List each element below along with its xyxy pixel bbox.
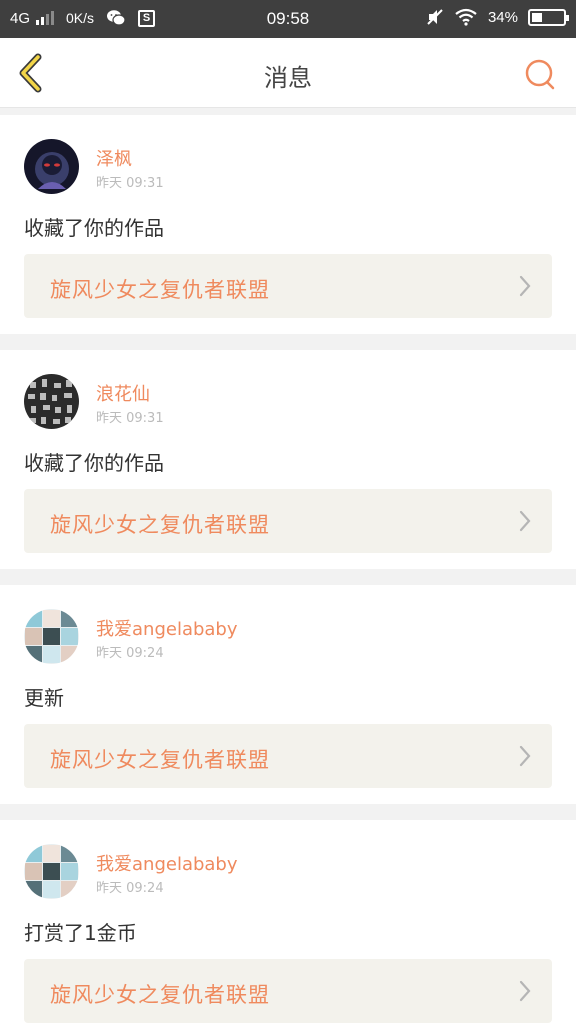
avatar[interactable] [24,844,79,899]
work-title: 旋风少女之复仇者联盟 [50,513,270,537]
battery-percent: 34% [487,8,518,26]
username[interactable]: 泽枫 [96,145,132,171]
work-link[interactable]: 旋风少女之复仇者联盟 [24,959,552,1023]
work-link[interactable]: 旋风少女之复仇者联盟 [24,724,552,788]
battery-fill [532,12,542,22]
work-title: 旋风少女之复仇者联盟 [50,748,270,772]
message-card: 浪花仙 昨天 09:31 收藏了你的作品 旋风少女之复仇者联盟 [0,350,576,569]
chevron-right-icon [519,745,531,767]
username[interactable]: 我爱angelababy [96,850,238,876]
message-card: 我爱angelababy 昨天 09:24 更新 旋风少女之复仇者联盟 [0,585,576,804]
search-button[interactable] [520,54,560,94]
battery-icon [528,8,569,26]
status-bar: 4G 0K/s S 09:58 34% [0,0,576,38]
search-icon [525,59,555,90]
mute-icon [427,9,443,25]
message-time: 昨天 09:24 [96,646,164,661]
message-action: 打赏了1金币 [24,921,137,945]
work-title: 旋风少女之复仇者联盟 [50,983,270,1007]
message-time: 昨天 09:31 [96,176,164,191]
message-time: 昨天 09:24 [96,881,164,896]
message-card: 我爱angelababy 昨天 09:24 打赏了1金币 旋风少女之复仇者联盟 [0,820,576,1024]
status-right: 34% [426,8,569,26]
chevron-right-icon [519,510,531,532]
avatar[interactable] [24,609,79,664]
message-time: 昨天 09:31 [96,411,164,426]
username[interactable]: 我爱angelababy [96,615,238,641]
message-action: 收藏了你的作品 [24,451,164,475]
chevron-right-icon [519,275,531,297]
header-bar: 消息 [0,38,576,108]
wifi-icon [455,8,477,26]
page-title: 消息 [264,64,312,92]
avatar[interactable] [24,374,79,429]
message-card: 泽枫 昨天 09:31 收藏了你的作品 旋风少女之复仇者联盟 [0,115,576,334]
work-link[interactable]: 旋风少女之复仇者联盟 [24,489,552,553]
message-list: 泽枫 昨天 09:31 收藏了你的作品 旋风少女之复仇者联盟 浪花仙 昨天 09… [0,115,576,1024]
chevron-right-icon [519,980,531,1002]
work-title: 旋风少女之复仇者联盟 [50,278,270,302]
message-action: 收藏了你的作品 [24,216,164,240]
message-action: 更新 [24,686,64,710]
username[interactable]: 浪花仙 [96,380,150,406]
avatar[interactable] [24,139,79,194]
work-link[interactable]: 旋风少女之复仇者联盟 [24,254,552,318]
